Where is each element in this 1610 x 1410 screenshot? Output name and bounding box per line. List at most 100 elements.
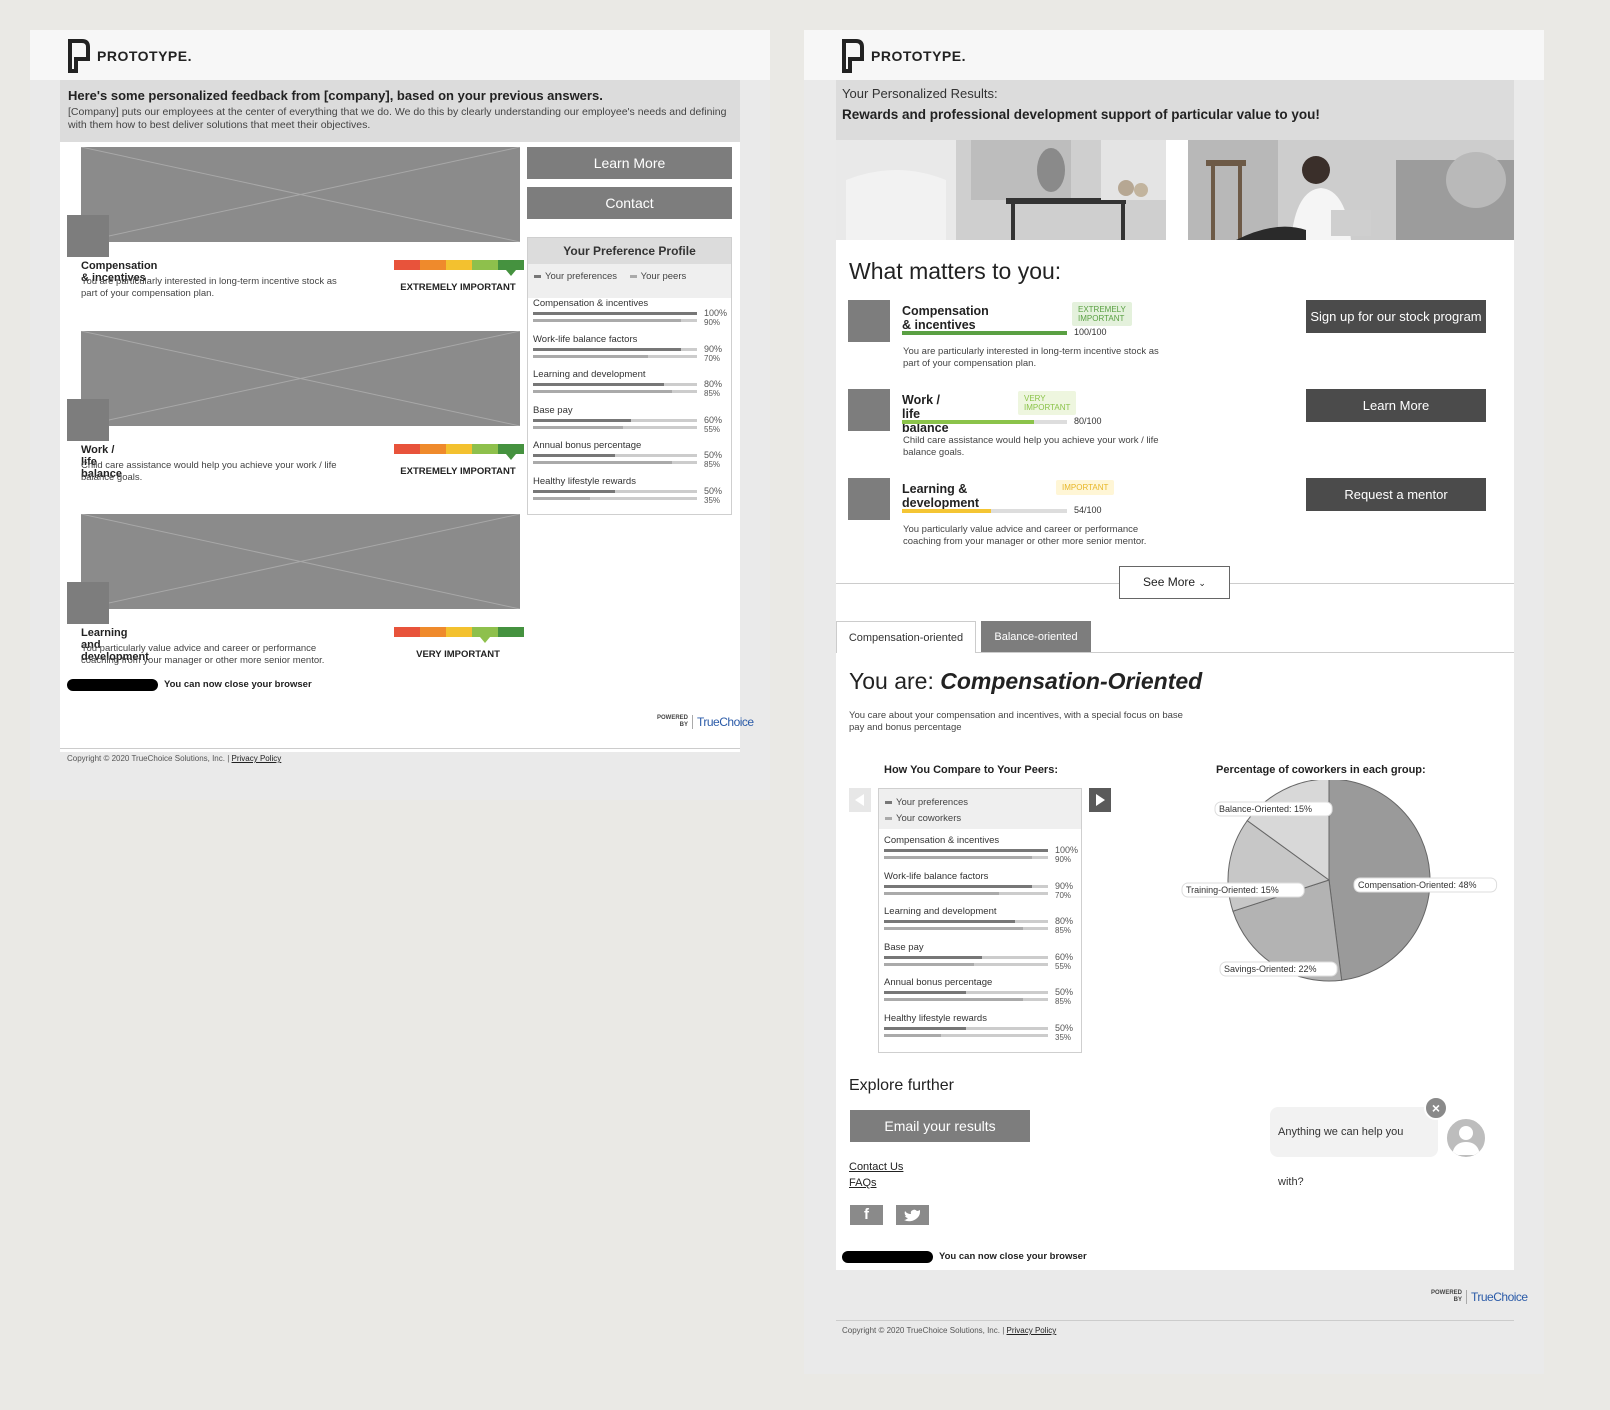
preference-row: Learning and development 80% 85%: [533, 369, 728, 403]
scale-pointer: [480, 637, 490, 643]
compare-title: How You Compare to Your Peers:: [884, 764, 1058, 776]
bar-you: [884, 955, 983, 959]
bar-you: [884, 920, 1016, 923]
compare-next-button[interactable]: [1089, 788, 1111, 812]
pie-label: Compensation-Oriented: 48%: [1353, 877, 1498, 893]
powered-by-text: POWERED BY: [1430, 1290, 1462, 1303]
scale-segment: [472, 627, 498, 637]
footer-divider: [836, 1320, 1514, 1321]
scale-segment: [472, 260, 498, 270]
privacy-policy-link[interactable]: Privacy Policy: [1007, 1326, 1057, 1335]
matter-title: Compensation & incentives: [902, 304, 989, 332]
scale-pointer: [506, 454, 516, 460]
brand-logo[interactable]: PROTOTYPE.: [842, 39, 966, 73]
compare-legend: Your preferences Your coworkers: [879, 789, 1081, 829]
you-percent: 80%: [1055, 916, 1074, 926]
brand-logo[interactable]: PROTOTYPE.: [68, 39, 192, 73]
peer-percent: 70%: [1055, 890, 1072, 900]
card-icon: [67, 582, 109, 624]
score-text: 54/100: [1074, 505, 1102, 515]
close-browser-text: You can now close your browser: [164, 679, 312, 690]
bar-you: [884, 849, 1048, 852]
powered-by-logo: POWERED BY TrueChoice: [650, 715, 754, 729]
learn-more-button[interactable]: Learn More: [527, 147, 732, 179]
importance-scale: [394, 627, 524, 637]
preference-label: Learning and development: [533, 369, 646, 380]
scale-segment: [394, 260, 420, 270]
preference-row: Compensation & incentives 100% 90%: [884, 835, 1079, 869]
you-percent: 50%: [1055, 987, 1074, 997]
pie-title: Percentage of coworkers in each group:: [1216, 764, 1426, 776]
powered-by-text: POWERED BY: [656, 715, 688, 728]
faqs-link[interactable]: FAQs: [849, 1177, 877, 1189]
footer-divider: [60, 748, 740, 749]
hero-illustration: [836, 140, 1514, 240]
peer-percent: 85%: [704, 389, 721, 398]
preference-legend: Your preferences Your peers: [528, 264, 731, 298]
preference-row: Annual bonus percentage 50% 85%: [533, 440, 728, 474]
matter-icon: [848, 478, 890, 520]
bar-you: [884, 991, 966, 994]
preference-label: Annual bonus percentage: [533, 440, 642, 451]
email-results-button[interactable]: Email your results: [850, 1110, 1030, 1142]
results-header: Your Personalized Results: Rewards and p…: [836, 80, 1514, 140]
tab-compensation-oriented[interactable]: Compensation-oriented: [836, 621, 976, 653]
compare-rows: Compensation & incentives 100% 90% Work-lif…: [879, 835, 1083, 1050]
left-panel: PROTOTYPE. Here's some personalized feed…: [30, 30, 770, 800]
preference-row: Work-life balance factors 90% 70%: [884, 871, 1079, 905]
you-are-prefix: You are:: [849, 668, 934, 694]
matter-icon: [848, 300, 890, 342]
you-percent: 60%: [704, 414, 723, 425]
matter-action-button[interactable]: Sign up for our stock program: [1306, 300, 1486, 333]
scale-segment: [446, 444, 472, 454]
bar-peer: [533, 390, 673, 393]
pie-label-text: Training-Oriented: 15%: [1186, 885, 1279, 895]
bar-you: [533, 347, 681, 351]
bar-peer: [533, 496, 591, 500]
scale-segment: [394, 627, 420, 637]
bar-peer: [533, 425, 624, 429]
scale-segment: [420, 444, 446, 454]
scale-segment: [446, 260, 472, 270]
matter-title: Work / life balance: [902, 393, 949, 435]
matter-action-button[interactable]: Request a mentor: [1306, 478, 1486, 511]
pie-label: Savings-Oriented: 22%: [1219, 961, 1338, 977]
compare-prev-button[interactable]: [849, 788, 871, 812]
see-more-button[interactable]: See More ⌄: [1119, 566, 1230, 599]
preference-profile: Your Preference Profile Your preferences…: [527, 237, 732, 515]
bar-peer: [533, 461, 673, 464]
tab-balance-oriented[interactable]: Balance-oriented: [981, 621, 1091, 653]
image-placeholder: [81, 331, 520, 426]
bar-peer: [884, 856, 1032, 859]
arrow-right-icon: [1096, 794, 1105, 806]
bar-you: [533, 383, 665, 386]
chat-bubble[interactable]: Anything we can help you with?: [1270, 1107, 1438, 1188]
twitter-icon[interactable]: [896, 1205, 929, 1225]
card-icon: [67, 215, 109, 257]
preference-label: Learning and development: [884, 906, 997, 917]
pie-label: Training-Oriented: 15%: [1181, 882, 1305, 898]
scale-pointer: [506, 270, 516, 276]
preference-label: Compensation & incentives: [884, 835, 1000, 846]
importance-scale: [394, 260, 524, 270]
truechoice-logo-text: TrueChoice: [1466, 1290, 1528, 1304]
you-are-heading: You are: Compensation-Oriented: [849, 668, 1202, 695]
contact-button[interactable]: Contact: [527, 187, 732, 219]
chat-close-icon[interactable]: ×: [1424, 1096, 1448, 1120]
truechoice-logo-text: TrueChoice: [692, 715, 754, 729]
preference-row: Base pay 60% 55%: [533, 405, 728, 439]
facebook-icon[interactable]: f: [850, 1205, 883, 1225]
contact-us-link[interactable]: Contact Us: [849, 1161, 903, 1173]
scale-segment: [498, 260, 524, 270]
matter-action-button[interactable]: Learn More: [1306, 389, 1486, 422]
chat-avatar-icon[interactable]: [1445, 1117, 1487, 1159]
you-percent: 60%: [1055, 951, 1074, 962]
peer-percent: 90%: [1055, 855, 1072, 864]
you-are-type: Compensation-Oriented: [940, 668, 1203, 694]
pie-label-text: Savings-Oriented: 22%: [1224, 964, 1317, 974]
results-title: Your Personalized Results:: [842, 86, 998, 101]
close-browser-bar: [842, 1251, 933, 1263]
preference-label: Base pay: [533, 404, 573, 416]
privacy-policy-link[interactable]: Privacy Policy: [232, 754, 282, 763]
preference-label: Work-life balance factors: [884, 870, 989, 882]
